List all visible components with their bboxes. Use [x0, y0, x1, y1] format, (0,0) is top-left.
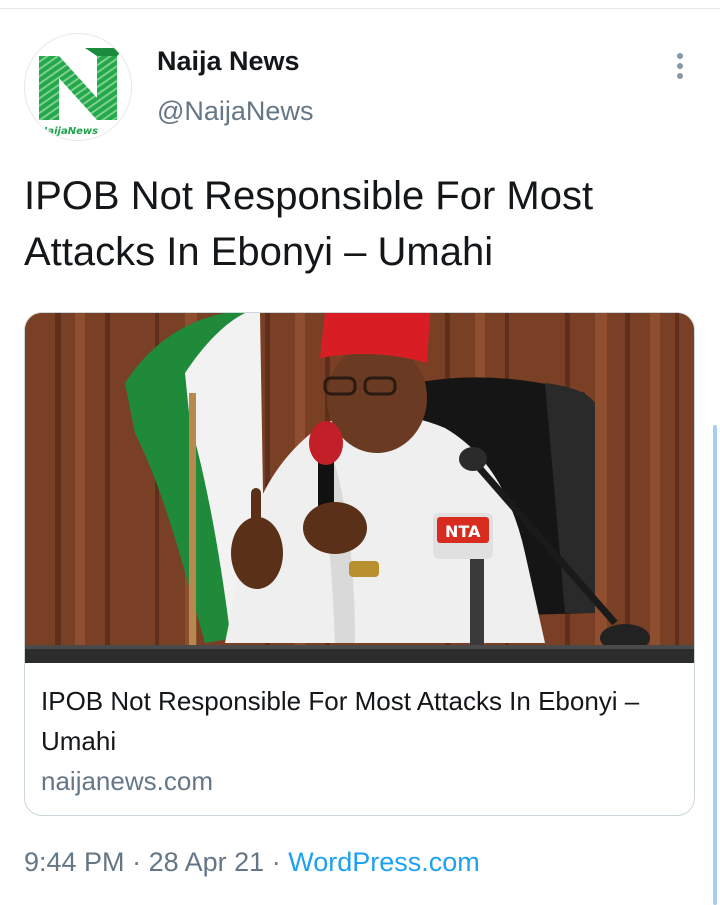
mic-label-text: NTA [445, 522, 481, 541]
scrollbar[interactable] [713, 425, 717, 905]
tweet-meta: 9:44 PM · 28 Apr 21 · WordPress.com [24, 844, 480, 880]
tweet: NaijaNews Naija News @NaijaNews IPOB Not… [0, 0, 720, 905]
naija-news-logo: NaijaNews [25, 34, 131, 140]
card-image[interactable]: NTA [25, 313, 694, 663]
user-name[interactable]: Naija News [157, 46, 300, 77]
card-body[interactable]: IPOB Not Responsible For Most Attacks In… [41, 681, 681, 801]
user-handle[interactable]: @NaijaNews [157, 96, 313, 127]
logo-wordmark: NaijaNews [39, 126, 98, 137]
avatar[interactable]: NaijaNews [24, 33, 132, 141]
tweet-text-line-2: Attacks In Ebonyi – Umahi [24, 230, 494, 274]
more-vertical-icon-dot [677, 63, 683, 69]
meta-separator: · [132, 847, 142, 877]
more-options-button[interactable] [664, 46, 696, 86]
tweet-time[interactable]: 9:44 PM [24, 847, 125, 877]
link-preview-card[interactable]: NTA IPOB Not Responsible For Most Attack… [24, 312, 695, 816]
card-headline[interactable]: IPOB Not Responsible For Most Attacks In… [41, 681, 681, 761]
tweet-text: IPOB Not Responsible For Most Attacks In… [24, 168, 694, 280]
more-vertical-icon [677, 53, 683, 59]
meta-separator: · [271, 847, 281, 877]
card-domain: naijanews.com [41, 766, 213, 796]
more-vertical-icon-dot [677, 73, 683, 79]
card-photo: NTA [25, 313, 694, 663]
tweet-source-link[interactable]: WordPress.com [288, 847, 480, 877]
tweet-text-line-1: IPOB Not Responsible For Most [24, 174, 594, 218]
tweet-date[interactable]: 28 Apr 21 [149, 847, 265, 877]
